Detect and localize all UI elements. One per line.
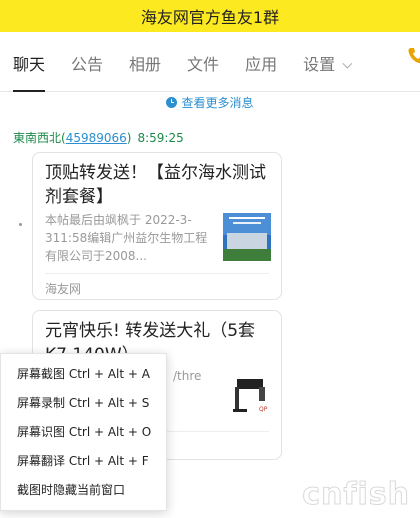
clock-icon xyxy=(166,97,178,108)
sender-name[interactable]: 東南西北 xyxy=(13,131,61,145)
menu-item-screen-record[interactable]: 屏幕录制 Ctrl + Alt + S xyxy=(1,389,166,418)
view-more-messages-link[interactable]: 查看更多消息 xyxy=(0,94,420,111)
message-time: 8:59:25 xyxy=(137,131,184,145)
card-thumbnail: QP xyxy=(233,379,268,413)
tab-settings[interactable]: 设置 xyxy=(303,51,353,91)
tab-apps[interactable]: 应用 xyxy=(245,51,277,91)
card-divider xyxy=(45,273,269,274)
menu-item-screenshot[interactable]: 屏幕截图 Ctrl + Alt + A xyxy=(1,360,166,389)
menu-item-screen-ocr[interactable]: 屏幕识图 Ctrl + Alt + O xyxy=(1,418,166,447)
card-title: 顶贴转发送！【益尔海水测试剂套餐】 xyxy=(45,163,266,207)
tab-chat[interactable]: 聊天 xyxy=(13,51,46,92)
menu-item-hide-window[interactable]: 截图时隐藏当前窗口 xyxy=(1,476,166,505)
card-description: /thre xyxy=(173,369,202,383)
card-description: 本帖最后由飒枫于 2022-3-311:58编辑广州益尔生物工程有限公司于200… xyxy=(45,213,208,263)
share-card[interactable]: 顶贴转发送！【益尔海水测试剂套餐】 本帖最后由飒枫于 2022-3-311:58… xyxy=(32,152,282,300)
tab-bar: 聊天 公告 相册 文件 应用 设置 xyxy=(0,32,420,92)
menu-item-screen-translate[interactable]: 屏幕翻译 Ctrl + Alt + F xyxy=(1,447,166,476)
tab-files[interactable]: 文件 xyxy=(187,51,219,91)
tab-album[interactable]: 相册 xyxy=(129,51,161,91)
message-marker-dot xyxy=(19,223,22,226)
chevron-down-icon xyxy=(342,58,353,69)
message-sender: 東南西北(45989066) 8:59:25 xyxy=(13,131,184,145)
sender-qq-link[interactable]: 45989066 xyxy=(66,131,127,145)
card-thumbnail xyxy=(223,213,271,261)
screenshot-context-menu: 屏幕截图 Ctrl + Alt + A 屏幕录制 Ctrl + Alt + S … xyxy=(0,353,167,511)
phone-icon[interactable] xyxy=(406,46,420,66)
window-title: 海友网官方鱼友1群 xyxy=(140,8,280,27)
svg-text:QP: QP xyxy=(259,406,268,413)
window-title-bar: 海友网官方鱼友1群 xyxy=(0,0,420,32)
watermark: cnfish xyxy=(302,477,410,513)
tab-announcements[interactable]: 公告 xyxy=(71,51,103,91)
card-source: 海友网 xyxy=(45,282,82,296)
